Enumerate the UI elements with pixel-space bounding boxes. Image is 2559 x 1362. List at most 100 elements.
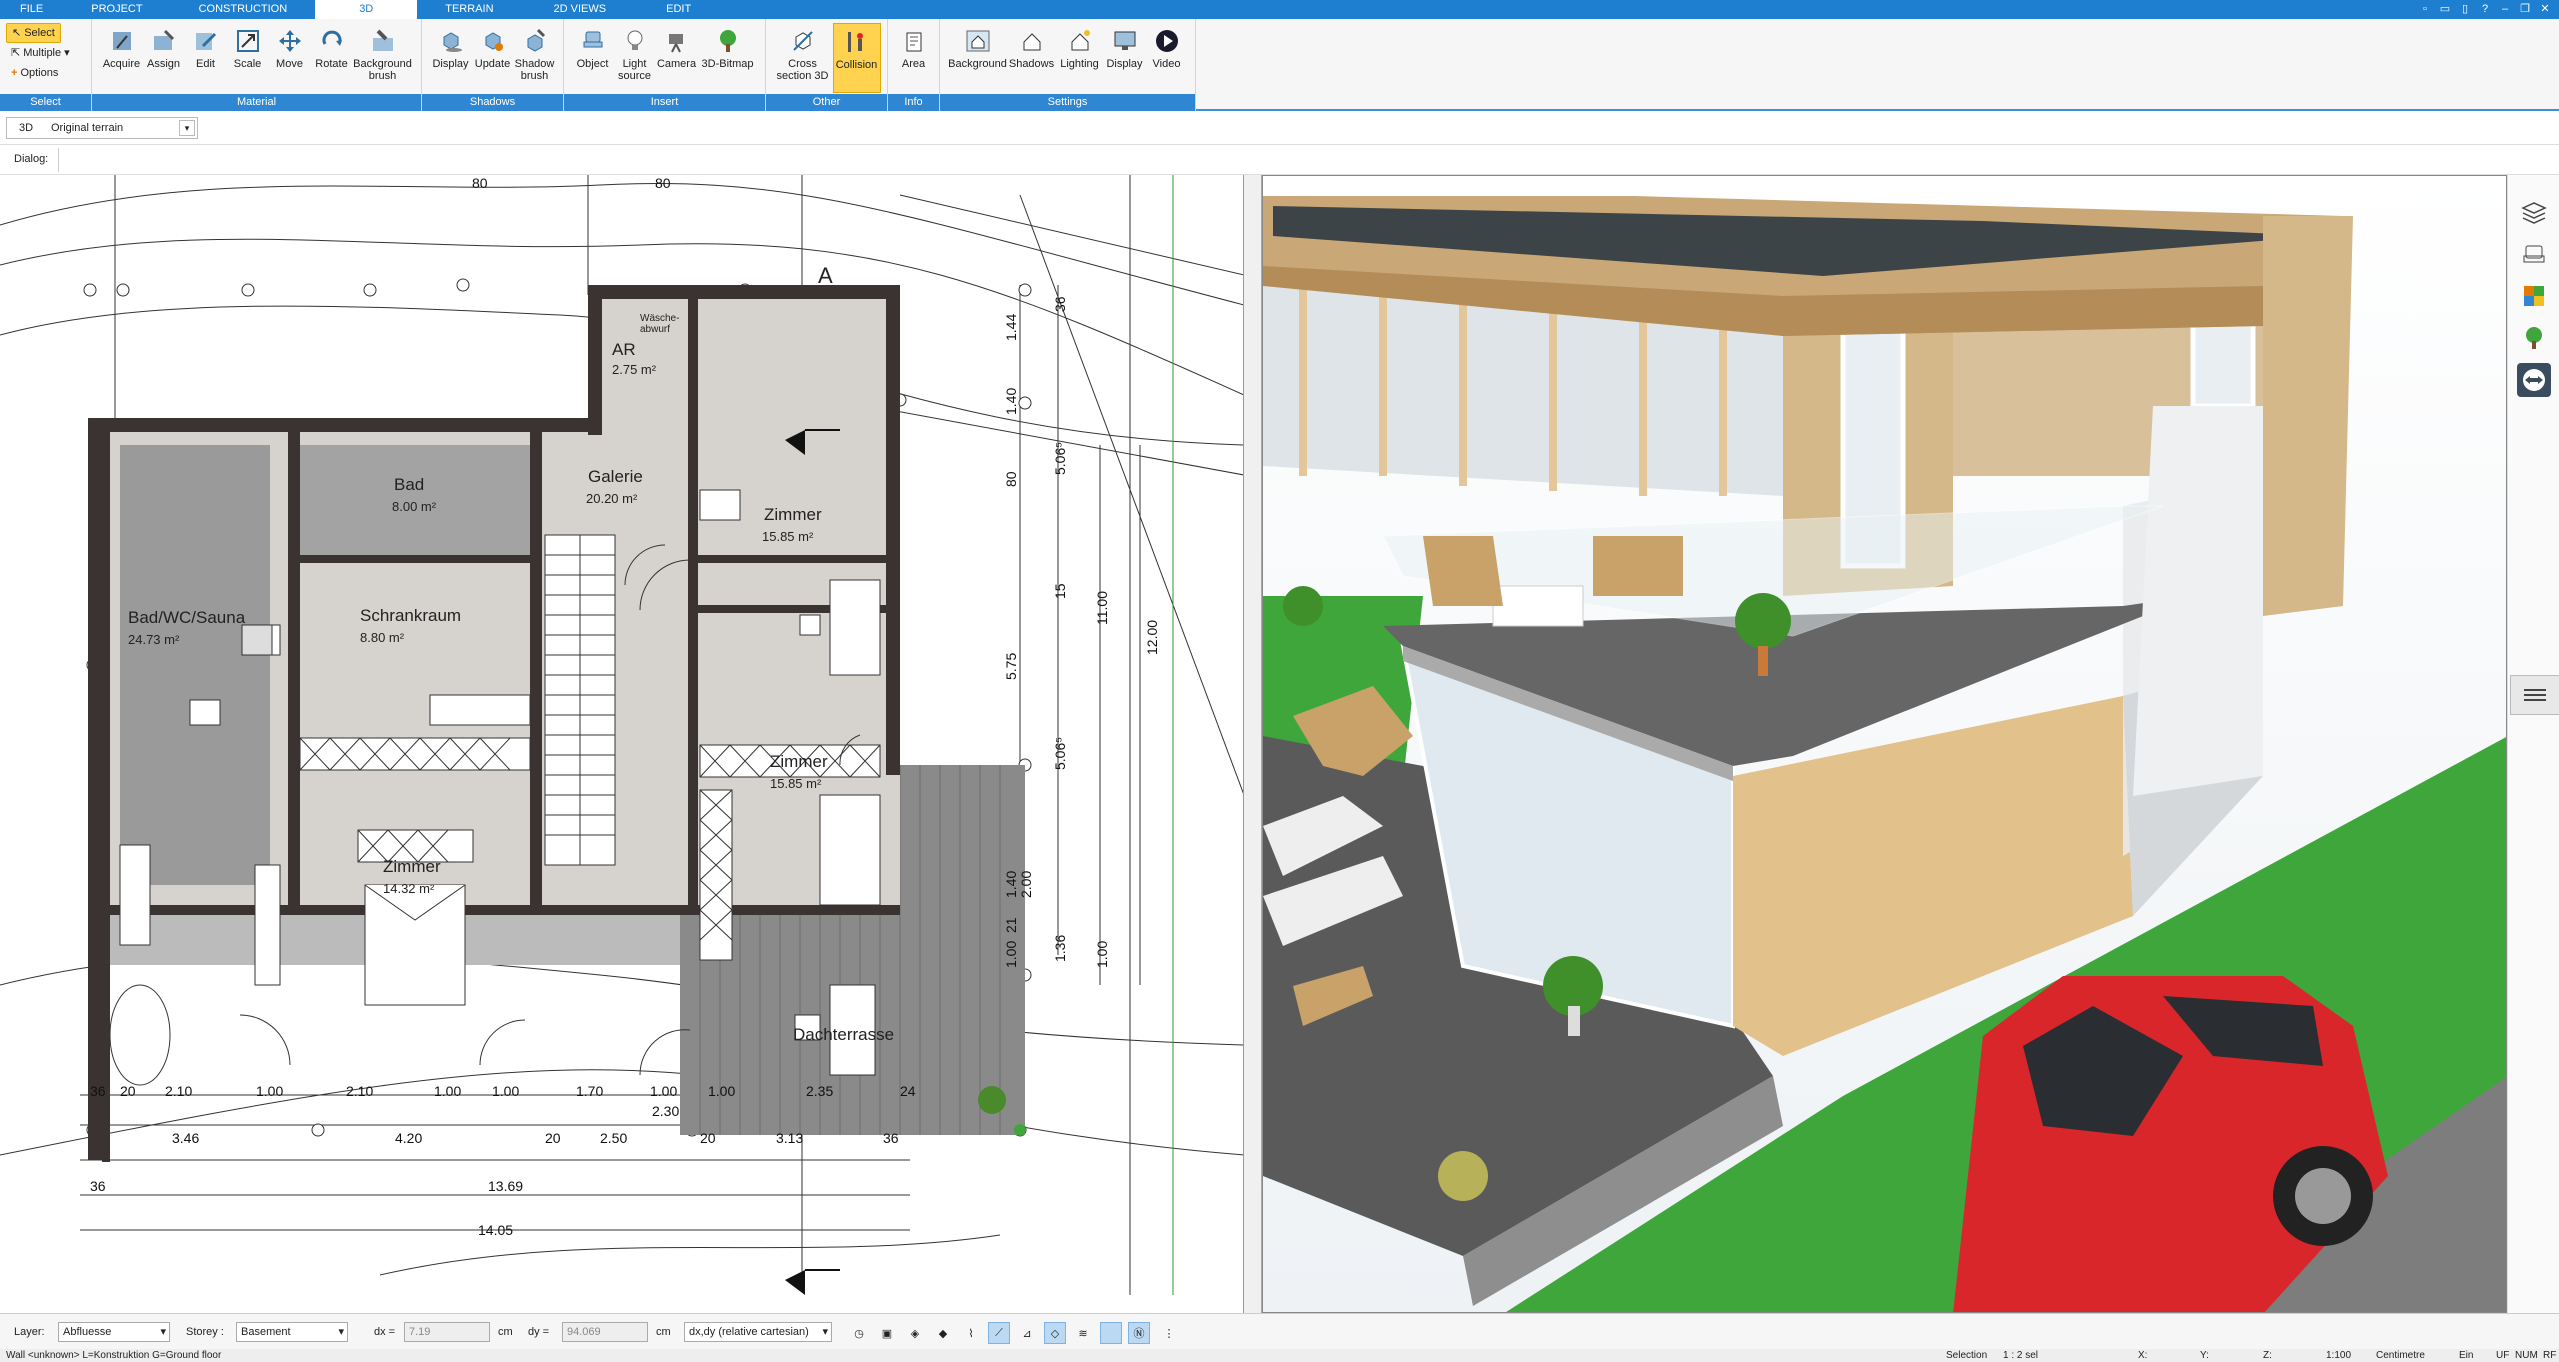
tab-terrain[interactable]: TERRAIN — [417, 0, 521, 19]
north-arrow-icon[interactable]: Ⓝ — [1128, 1322, 1150, 1344]
snap-icon[interactable]: ▣ — [876, 1322, 898, 1344]
background-brush-button[interactable]: Background brush — [353, 23, 413, 93]
3d-bitmap-label: 3D-Bitmap — [701, 58, 754, 70]
tab-project[interactable]: PROJECT — [63, 0, 170, 19]
options-button[interactable]: + Options — [6, 63, 63, 83]
light-source-label: Light source — [617, 58, 652, 82]
dx-unit: cm — [498, 1326, 513, 1338]
dx-value: 7.19 — [409, 1326, 431, 1338]
close-icon[interactable]: ✕ — [2535, 0, 2555, 19]
camera-button[interactable]: Camera — [656, 23, 698, 93]
coordinate-mode-select[interactable]: dx,dy (relative cartesian) ▾ — [684, 1322, 832, 1342]
3d-view[interactable] — [1262, 175, 2507, 1313]
panel-icon[interactable]: ▯ — [2455, 0, 2475, 19]
background-settings-button[interactable]: Background — [948, 23, 1008, 93]
background-house-icon — [964, 27, 992, 55]
edit-button[interactable]: Edit — [185, 23, 227, 93]
ribbon: ↖ Select ⇱ Multiple ▾ + Options Select Acqui… — [0, 19, 2559, 111]
chair-icon — [579, 27, 607, 55]
teamviewer-icon[interactable] — [2517, 363, 2551, 397]
dy-value: 94.069 — [567, 1326, 601, 1338]
select-button[interactable]: ↖ Select — [6, 23, 61, 43]
rotate-icon — [318, 27, 346, 55]
shadow-display-button[interactable]: Display — [430, 23, 472, 93]
assign-button[interactable]: Assign — [143, 23, 185, 93]
dimension-label: 36 — [883, 1130, 899, 1146]
play-icon — [1153, 27, 1181, 55]
tab-3d[interactable]: 3D — [315, 0, 418, 19]
view-splitter[interactable] — [1244, 175, 1262, 1313]
view-select[interactable]: 3D Original terrain ▾ — [6, 117, 198, 139]
more-icon[interactable]: ⋮ — [1158, 1322, 1180, 1344]
dimension-label: 1.00 — [434, 1083, 462, 1099]
object-label: Object — [576, 58, 609, 70]
num-indicator: NUM — [2515, 1350, 2538, 1361]
materials-icon[interactable] — [2517, 279, 2551, 313]
tab-edit[interactable]: EDIT — [638, 0, 719, 19]
chevron-down-icon[interactable]: ▾ — [179, 120, 195, 136]
snap-wall-icon[interactable]: ⌇ — [960, 1322, 982, 1344]
panel-toggle-icon[interactable] — [2510, 675, 2559, 715]
group-label-shadows: Shadows — [422, 94, 563, 111]
dialog-bar: Dialog: — [0, 145, 2559, 175]
dx-input[interactable]: 7.19 — [404, 1322, 490, 1342]
room-area: 24.73 m² — [128, 632, 180, 647]
light-source-button[interactable]: Light source — [614, 23, 656, 93]
grid-extra-icon[interactable] — [1100, 1322, 1122, 1344]
scale-button[interactable]: Scale — [227, 23, 269, 93]
ribbon-group-insert: Object Light source Camera 3D-Bitmap Ins… — [564, 19, 766, 111]
3d-bitmap-button[interactable]: 3D-Bitmap — [698, 23, 758, 93]
snap-surface-icon[interactable]: ◇ — [1044, 1322, 1066, 1344]
paint-icon — [150, 27, 178, 55]
dimension-label: 1.00 — [1003, 940, 1019, 968]
dimension-label: 20 — [700, 1130, 716, 1146]
camera-label: Camera — [656, 58, 697, 70]
snap-hatch-icon[interactable]: ≋ — [1072, 1322, 1094, 1344]
help-icon[interactable]: ? — [2475, 0, 2495, 19]
video-button[interactable]: Video — [1146, 23, 1188, 93]
snap-line-icon[interactable]: ⟋ — [988, 1322, 1010, 1344]
storey-select[interactable]: Basement ▾ — [236, 1322, 348, 1342]
dimension-label: 15 — [1052, 583, 1068, 599]
snap-object-icon[interactable]: ◆ — [932, 1322, 954, 1344]
rotate-button[interactable]: Rotate — [311, 23, 353, 93]
shadow-update-button[interactable]: Update — [472, 23, 514, 93]
dy-input[interactable]: 94.069 — [562, 1322, 648, 1342]
house-light-icon — [1066, 27, 1094, 55]
plants-icon[interactable] — [2517, 321, 2551, 355]
tab-construction[interactable]: CONSTRUCTION — [171, 0, 316, 19]
dialog-area[interactable] — [58, 148, 1258, 172]
lighting-label: Lighting — [1060, 58, 1099, 70]
display-settings-button[interactable]: Display — [1104, 23, 1146, 93]
collision-button[interactable]: Collision — [832, 23, 881, 93]
area-button[interactable]: Area — [893, 23, 935, 93]
acquire-button[interactable]: Acquire — [101, 23, 143, 93]
shadows-settings-button[interactable]: Shadows — [1008, 23, 1056, 93]
multiple-button[interactable]: ⇱ Multiple ▾ — [6, 43, 75, 63]
group-label-info: Info — [888, 94, 939, 111]
tab-file[interactable]: FILE — [0, 0, 63, 19]
clock-icon[interactable]: ◷ — [848, 1322, 870, 1344]
edit-icon — [192, 27, 220, 55]
object-button[interactable]: Object — [572, 23, 614, 93]
shadow-brush-button[interactable]: Shadow brush — [514, 23, 556, 93]
units-value: Centimetre — [2376, 1350, 2425, 1361]
lighting-settings-button[interactable]: Lighting — [1056, 23, 1104, 93]
dimension-label: 20 — [545, 1130, 561, 1146]
restore-icon[interactable]: ❐ — [2515, 0, 2535, 19]
snap-point-icon[interactable]: ◈ — [904, 1322, 926, 1344]
cursor-icon: ↖ — [12, 27, 22, 39]
dimension-label: 80 — [655, 175, 671, 191]
move-button[interactable]: Move — [269, 23, 311, 93]
snap-angle-icon[interactable]: ⊿ — [1016, 1322, 1038, 1344]
minimize-icon[interactable]: – — [2495, 0, 2515, 19]
collision-icon — [843, 28, 871, 56]
furniture-icon[interactable] — [2517, 237, 2551, 271]
floor-plan-view[interactable]: AR 2.75 m² Bad 8.00 m² Galerie 20.20 m² … — [0, 175, 1244, 1313]
cross-section-3d-button[interactable]: Cross section 3D — [773, 23, 833, 93]
layer-select[interactable]: Abfluesse ▾ — [58, 1322, 170, 1342]
layers-icon[interactable] — [2517, 195, 2551, 229]
qat-icon[interactable]: ▫ — [2415, 0, 2435, 19]
tab-2d-views[interactable]: 2D VIEWS — [522, 0, 639, 19]
layout-icon[interactable]: ▭ — [2435, 0, 2455, 19]
